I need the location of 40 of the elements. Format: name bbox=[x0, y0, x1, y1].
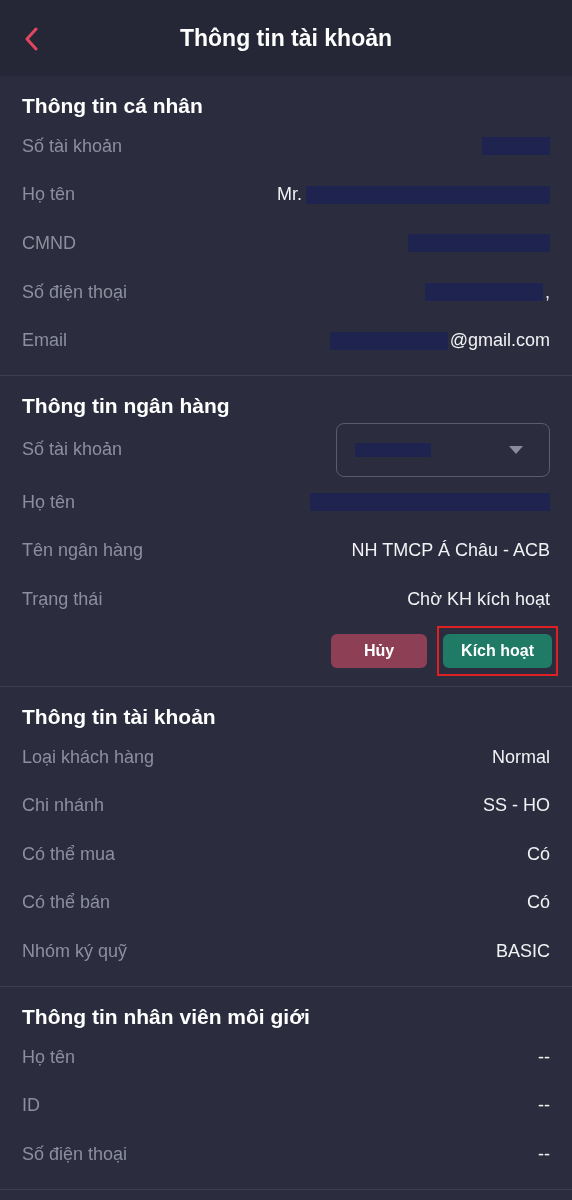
activate-button[interactable]: Kích hoạt bbox=[443, 633, 552, 668]
field-value: Chờ KH kích hoạt bbox=[407, 588, 550, 610]
field-label: Email bbox=[22, 330, 67, 352]
account-dropdown[interactable] bbox=[336, 422, 550, 477]
field-value: Có bbox=[527, 892, 550, 914]
field-value: Normal bbox=[492, 746, 550, 768]
field-label: Số tài khoản bbox=[22, 439, 123, 461]
field-label: Họ tên bbox=[22, 184, 76, 206]
field-value: -- bbox=[538, 1143, 550, 1165]
field-label: Có thể bán bbox=[22, 892, 111, 914]
cancel-button[interactable]: Hủy bbox=[331, 633, 428, 668]
field-label: Số tài khoản bbox=[22, 135, 123, 157]
section-title: Thông tin tài khoản bbox=[22, 703, 217, 730]
field-label: Trạng thái bbox=[22, 588, 103, 610]
section-title: Thông tin cá nhân bbox=[22, 93, 204, 119]
field-value: NH TMCP Á Châu - ACB bbox=[351, 540, 550, 562]
field-value: Có bbox=[527, 843, 550, 865]
section-title: Thông tin ngân hàng bbox=[22, 392, 231, 419]
field-label: Chi nhánh bbox=[22, 795, 105, 817]
field-label: Tên ngân hàng bbox=[22, 540, 144, 562]
field-label: Nhóm ký quỹ bbox=[22, 940, 128, 962]
field-label: Số điện thoại bbox=[22, 1143, 128, 1165]
field-label: ID bbox=[22, 1095, 40, 1117]
field-label: Họ tên bbox=[22, 1046, 76, 1068]
caret-icon bbox=[509, 445, 523, 454]
field-label: Loại khách hàng bbox=[22, 746, 155, 768]
back-icon[interactable] bbox=[24, 27, 38, 51]
field-value: -- bbox=[538, 1046, 550, 1068]
field-value: , bbox=[545, 281, 550, 303]
screen-title: Thông tin tài khoản bbox=[179, 24, 393, 52]
field-label: Họ tên bbox=[22, 491, 76, 513]
field-value: @gmail.com bbox=[449, 330, 550, 352]
field-label: Có thể mua bbox=[22, 843, 116, 865]
field-value: SS - HO bbox=[483, 795, 550, 817]
field-value: Mr. bbox=[277, 184, 302, 206]
field-value: -- bbox=[538, 1095, 550, 1117]
field-label: CMND bbox=[22, 233, 76, 254]
field-label: Số điện thoại bbox=[22, 281, 128, 303]
section-title: Thông tin nhân viên môi giới bbox=[22, 1003, 311, 1030]
field-value: BASIC bbox=[495, 940, 550, 962]
